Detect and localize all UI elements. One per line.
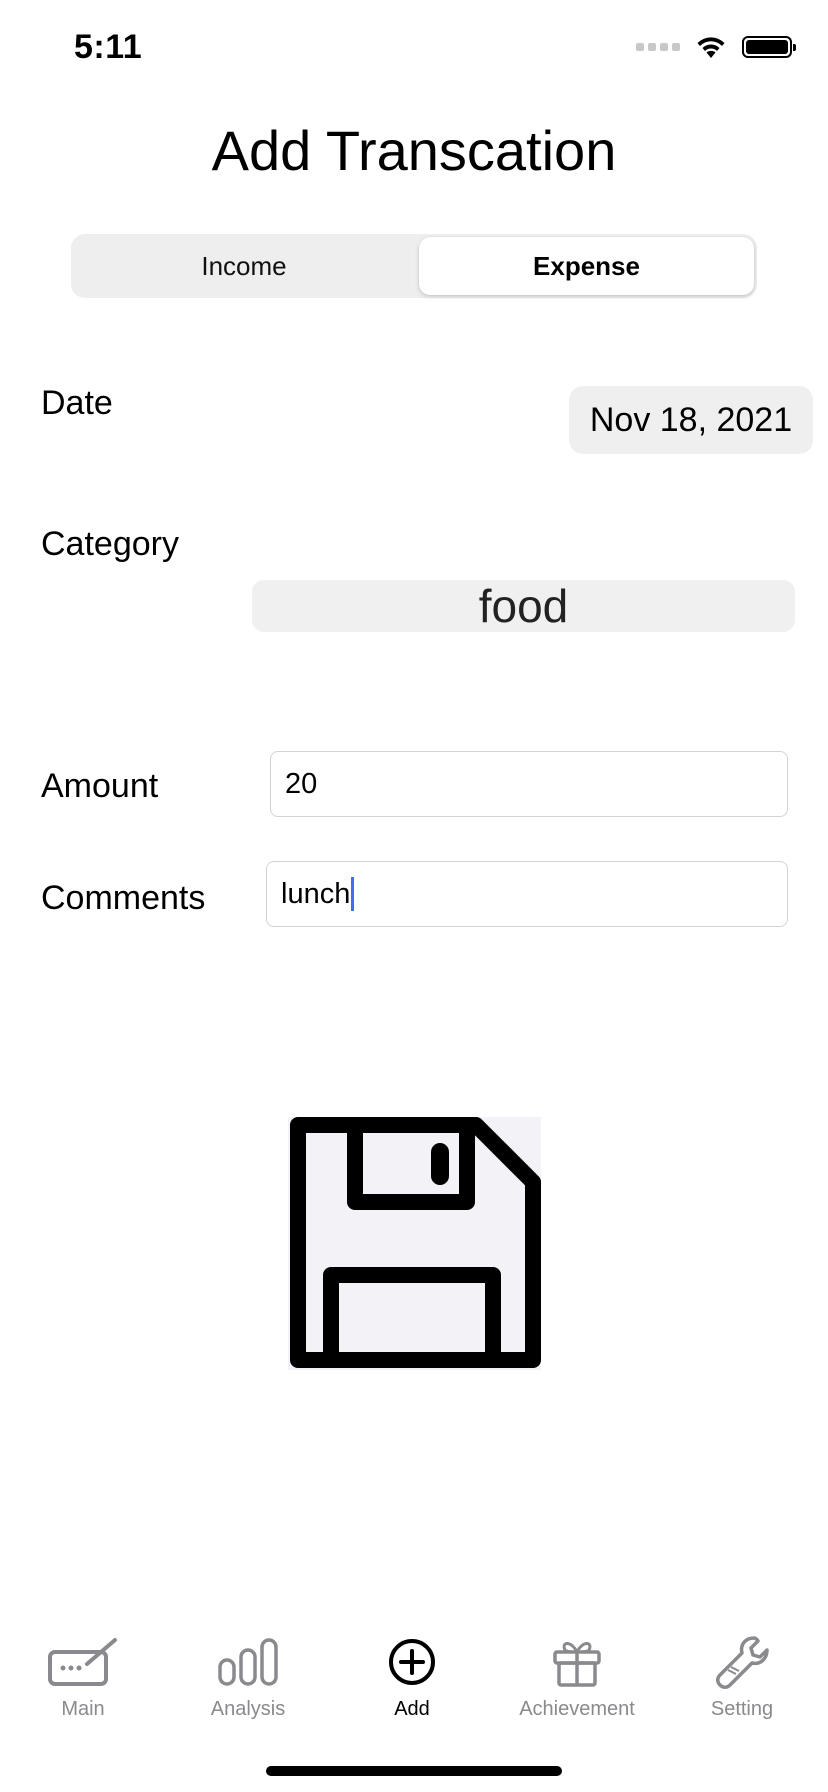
status-time: 5:11: [74, 28, 143, 66]
text-cursor: [351, 877, 355, 911]
bar-chart-icon: [218, 1638, 278, 1686]
segment-income[interactable]: Income: [74, 237, 414, 295]
tab-analysis[interactable]: Analysis: [178, 1630, 318, 1721]
save-button[interactable]: [288, 1117, 541, 1370]
tab-analysis-label: Analysis: [210, 1698, 286, 1720]
category-label: Category: [41, 525, 179, 563]
segment-expense[interactable]: Expense: [419, 237, 754, 295]
tab-add-label: Add: [394, 1698, 430, 1720]
wrench-icon: [716, 1636, 769, 1689]
tab-setting-label: Setting: [710, 1698, 774, 1720]
amount-label: Amount: [41, 767, 159, 805]
home-indicator: [266, 1766, 562, 1776]
type-segmented-control: Income Expense: [71, 234, 757, 298]
keyboard-pen-icon: [48, 1638, 117, 1686]
gift-icon: [553, 1642, 601, 1687]
amount-field[interactable]: 20: [270, 751, 788, 817]
comments-value: lunch: [281, 877, 351, 910]
tab-achievement[interactable]: Achievement: [507, 1630, 647, 1721]
tab-add[interactable]: Add: [342, 1630, 482, 1721]
wifi-icon: [697, 37, 725, 58]
comments-label: Comments: [41, 879, 206, 917]
floppy-disk-icon: [288, 1117, 541, 1370]
date-picker[interactable]: Nov 18, 2021: [569, 386, 813, 454]
page-title: Add Transcation: [211, 119, 617, 182]
amount-value: 20: [285, 767, 318, 800]
tab-achievement-label: Achievement: [519, 1698, 635, 1720]
comments-field[interactable]: lunch: [266, 861, 788, 927]
category-picker[interactable]: food: [252, 580, 795, 632]
tab-setting[interactable]: Setting: [672, 1630, 812, 1721]
plus-circle-icon: [389, 1639, 435, 1685]
status-icons: [636, 34, 796, 60]
battery-icon: [742, 36, 796, 58]
tab-main[interactable]: Main: [13, 1630, 153, 1721]
date-label: Date: [41, 384, 113, 422]
tab-main-label: Main: [61, 1698, 105, 1720]
cellular-signal-icon: [636, 43, 680, 51]
